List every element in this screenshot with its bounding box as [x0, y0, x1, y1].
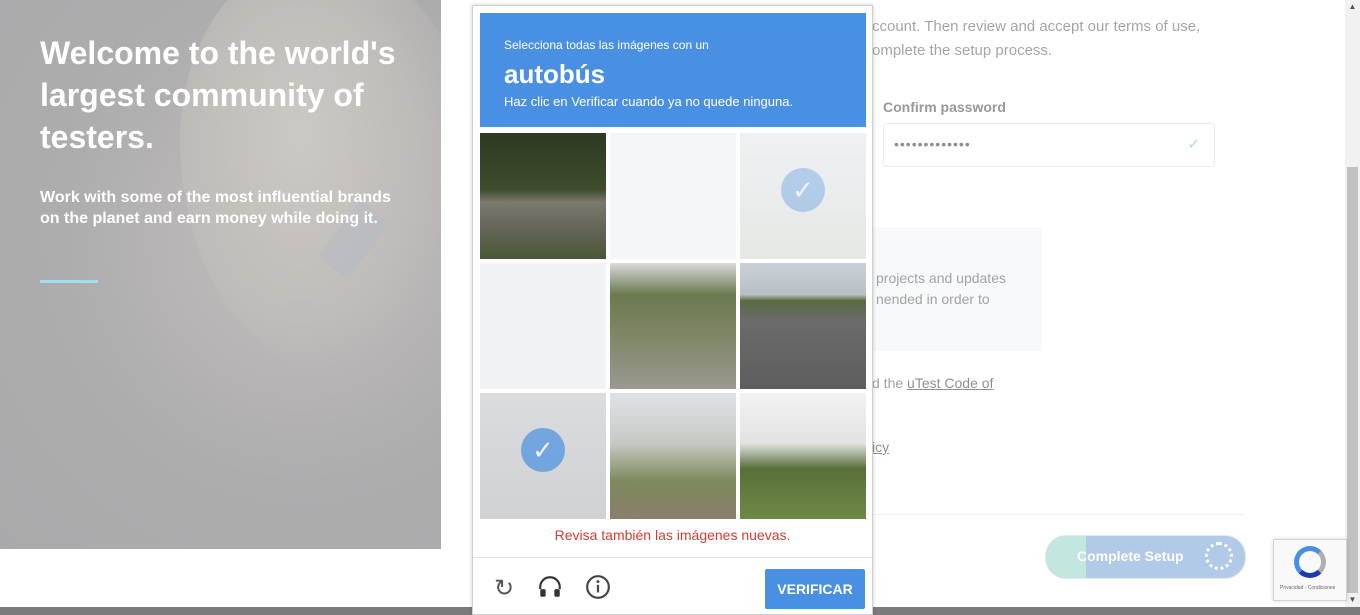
captcha-hint: Haz clic en Verificar cuando ya no quede…	[504, 94, 794, 109]
captcha-tile-9[interactable]	[740, 393, 866, 519]
captcha-warning: Revisa también las imágenes nuevas.	[554, 527, 791, 543]
captcha-footer: ↻ VERIFICAR	[473, 557, 872, 615]
scrollbar-thumb[interactable]	[1347, 167, 1358, 593]
scroll-down-icon[interactable]: ▼	[1345, 593, 1360, 607]
captcha-tile-5[interactable]	[610, 263, 736, 389]
selected-check-icon: ✓	[521, 428, 565, 472]
selected-check-icon: ✓	[781, 168, 825, 212]
scrollbar[interactable]: ▲ ▼	[1345, 0, 1360, 607]
recaptcha-logo-icon	[1294, 546, 1326, 578]
captcha-target: autobús	[504, 59, 606, 89]
recaptcha-badge[interactable]: Privacidad - Condiciones	[1273, 539, 1347, 601]
headphones-icon[interactable]	[535, 574, 565, 604]
captcha-tile-7[interactable]: ✓	[480, 393, 606, 519]
captcha-tile-1[interactable]	[480, 133, 606, 259]
reload-icon[interactable]: ↻	[489, 574, 519, 604]
recaptcha-terms[interactable]: Privacidad - Condiciones	[1280, 585, 1335, 591]
captcha-tile-3[interactable]: ✓	[740, 133, 866, 259]
scroll-up-icon[interactable]: ▲	[1345, 0, 1360, 14]
verify-button[interactable]: VERIFICAR	[765, 569, 865, 609]
captcha-instruction: Selecciona todas las imágenes con un	[504, 38, 709, 52]
info-icon[interactable]	[583, 574, 613, 604]
captcha-tile-6[interactable]	[740, 263, 866, 389]
captcha-tile-8[interactable]	[610, 393, 736, 519]
captcha-widget: Selecciona todas las imágenes con un aut…	[472, 5, 873, 615]
captcha-tile-4[interactable]	[480, 263, 606, 389]
captcha-tile-2[interactable]	[610, 133, 736, 259]
captcha-header: Selecciona todas las imágenes con un aut…	[480, 13, 866, 127]
